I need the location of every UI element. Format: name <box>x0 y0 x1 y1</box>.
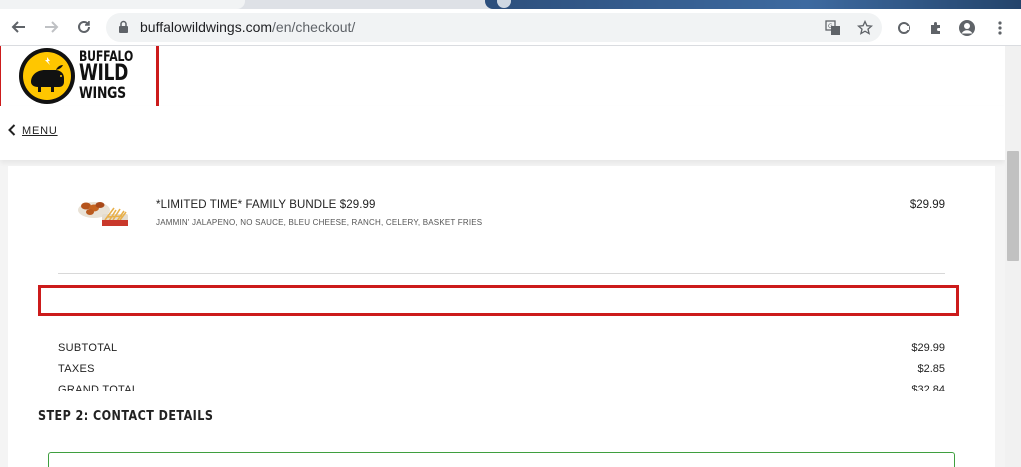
item-title: *LIMITED TIME* FAMILY BUNDLE $29.99 <box>156 199 376 211</box>
scrollbar-thumb[interactable] <box>1007 151 1019 261</box>
order-summary-card: *LIMITED TIME* FAMILY BUNDLE $29.99 JAMM… <box>8 166 995 396</box>
url-path: /en/checkout/ <box>272 19 356 35</box>
page-scrollbar[interactable] <box>1005 46 1021 467</box>
svg-text:G: G <box>828 23 833 30</box>
logo-wordmark[interactable]: BUFFALO WILD WINGS <box>79 50 133 103</box>
url-domain: buffalowildwings.com <box>140 19 273 35</box>
logo-line-3: WINGS <box>79 83 126 103</box>
site-header: BUFFALO WILD WINGS <box>0 46 1005 119</box>
subtotal-highlight-box <box>38 285 959 316</box>
logo-line-2: WILD <box>79 61 128 87</box>
address-bar[interactable]: buffalowildwings.com/en/checkout/ G <box>106 13 882 42</box>
back-icon[interactable] <box>8 16 30 38</box>
back-to-menu-link[interactable]: MENU <box>8 124 58 138</box>
contact-details-section: STEP 2: CONTACT DETAILS <box>8 391 995 467</box>
puzzle-icon[interactable] <box>926 18 946 38</box>
subtotal-value: $29.99 <box>911 342 945 354</box>
subtotal-label: SUBTOTAL <box>58 342 118 354</box>
subtotal-row: SUBTOTAL $29.99 <box>58 342 945 354</box>
buffalo-logo-icon[interactable] <box>19 48 75 104</box>
taxes-row: TAXES $2.85 <box>58 363 945 375</box>
browser-toolbar: buffalowildwings.com/en/checkout/ G <box>0 9 1021 46</box>
more-icon[interactable] <box>990 18 1010 38</box>
browser-tab-strip <box>0 0 1021 9</box>
tab-favicon <box>497 0 511 8</box>
sub-navigation: MENU <box>0 106 1005 160</box>
reload-icon[interactable] <box>73 16 95 38</box>
menu-link-label: MENU <box>22 125 58 137</box>
profile-icon[interactable] <box>957 18 977 38</box>
contact-input-field[interactable] <box>48 452 955 467</box>
translate-icon[interactable]: G <box>824 20 842 36</box>
extension-icon[interactable] <box>894 18 914 38</box>
item-price: $29.99 <box>909 199 945 211</box>
step-2-heading: STEP 2: CONTACT DETAILS <box>38 409 214 424</box>
taxes-label: TAXES <box>58 363 95 375</box>
item-description: JAMMIN' JALAPENO, NO SAUCE, BLEU CHEESE,… <box>156 218 483 227</box>
star-icon[interactable] <box>856 20 874 36</box>
page-viewport: BUFFALO WILD WINGS MENU *LIMITED TIME* F… <box>0 46 1005 467</box>
browser-tab-image[interactable] <box>485 0 1021 9</box>
chevron-left-icon <box>8 124 16 138</box>
family-bundle-image <box>78 202 128 226</box>
url-text: buffalowildwings.com/en/checkout/ <box>140 19 355 35</box>
forward-icon[interactable] <box>40 16 62 38</box>
taxes-value: $2.85 <box>917 363 945 375</box>
summary-divider <box>58 273 945 274</box>
lock-icon[interactable] <box>118 20 129 34</box>
browser-tab[interactable] <box>0 0 245 9</box>
